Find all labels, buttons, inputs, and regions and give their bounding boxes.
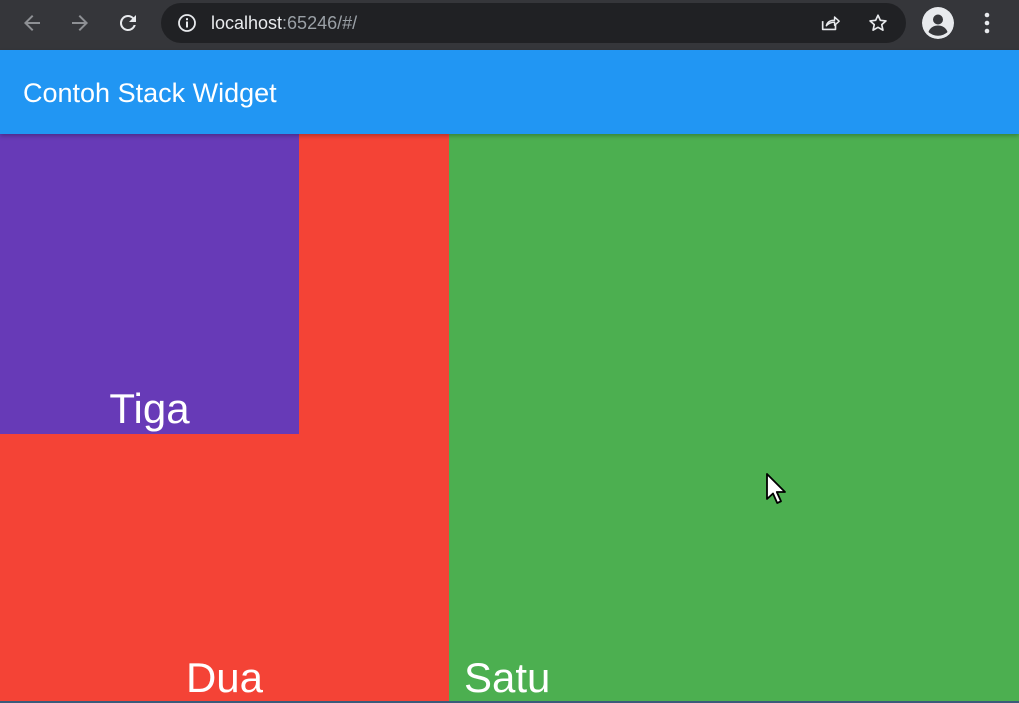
url-text[interactable]: localhost:65246/#/ (211, 13, 357, 33)
reload-icon (119, 14, 136, 31)
stack-area: Satu Dua Tiga (0, 134, 1019, 703)
address-bar[interactable]: localhost:65246/#/ (161, 3, 906, 43)
url-path: :65246/#/ (282, 13, 358, 33)
stack-box-satu-label: Satu (464, 654, 551, 701)
mouse-pointer-icon (766, 473, 786, 504)
app-bar: Contoh Stack Widget (0, 50, 1019, 134)
stack-box-tiga: Tiga (0, 134, 299, 434)
forward-button[interactable] (66, 9, 94, 37)
url-host: localhost (211, 13, 283, 33)
profile-button[interactable] (922, 7, 954, 39)
arrow-left-icon (24, 15, 40, 31)
info-icon[interactable] (177, 13, 197, 33)
browser-toolbar: localhost:65246/#/ (0, 0, 1019, 50)
reload-button[interactable] (114, 9, 142, 37)
arrow-right-icon (72, 15, 88, 31)
kebab-menu-icon[interactable] (976, 10, 998, 36)
back-button[interactable] (18, 9, 46, 37)
star-icon[interactable] (867, 12, 889, 34)
share-icon[interactable] (819, 12, 841, 34)
stack-box-tiga-label: Tiga (109, 385, 190, 432)
person-icon (922, 7, 954, 39)
stack-box-dua-label: Dua (185, 654, 264, 701)
stack-box-satu: Satu (449, 134, 1019, 703)
app-title: Contoh Stack Widget (23, 78, 277, 108)
